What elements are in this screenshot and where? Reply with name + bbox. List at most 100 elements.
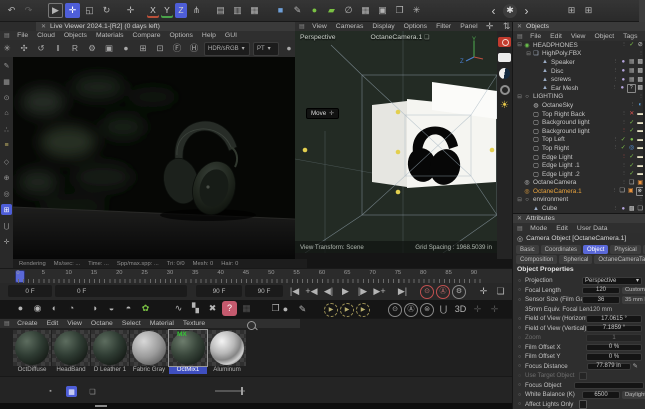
range-start-field[interactable]: 0 F xyxy=(55,285,187,297)
tree-row-screws[interactable]: ▲ screws ⋮ ● ▦ ▩ xyxy=(513,75,645,84)
tree-row-headphones[interactable]: ⊟ ◉ HEADPHONES ⋮ ✓ ⊘ xyxy=(513,41,645,50)
vp-menu-filter[interactable]: Filter xyxy=(432,23,456,30)
postfx-icon[interactable] xyxy=(499,85,510,95)
tree-row-speaker[interactable]: ▲ Speaker ⋮ ● ▦ ▩ xyxy=(513,58,645,67)
nav-back-icon[interactable]: ‹ xyxy=(486,3,501,18)
render-active-view-icon[interactable]: ▤ xyxy=(213,3,228,18)
keyframe-pos-toggle-icon[interactable]: ▶ xyxy=(324,302,338,317)
kernel-settings-icon[interactable]: ⚙ xyxy=(85,42,99,56)
save-asset-icon[interactable]: ⊞ xyxy=(564,3,579,18)
tab-physical[interactable]: Physical xyxy=(610,245,641,254)
use-target-object-checkbox[interactable] xyxy=(578,371,587,380)
lv-menu-cloud[interactable]: Cloud xyxy=(33,32,60,39)
field-of-view-horizontal--input[interactable]: 17.0615 ° xyxy=(586,315,642,323)
tree-row-disc[interactable]: ▲ Disc ⋮ ● ▦ ▩ xyxy=(513,67,645,76)
uv-tag-icon[interactable]: ▦ xyxy=(628,59,636,65)
tree-row-environment[interactable]: ⊟ ○ environment ⋮ xyxy=(513,196,645,205)
material-detail-view-icon[interactable]: ❏ xyxy=(87,386,98,397)
preview-size-slider[interactable] xyxy=(215,387,245,395)
tweak-mode-icon[interactable]: ⊕ xyxy=(1,172,12,183)
snap-3d-icon[interactable]: 3D xyxy=(453,302,468,317)
restart-render-icon[interactable]: ↺ xyxy=(34,42,48,56)
focal-length-input[interactable]: 120 xyxy=(582,286,620,294)
tree-row-background-light-gobo[interactable]: ▢Background light gobo⋮✓▬ xyxy=(513,118,645,127)
obj-menu-edit[interactable]: Edit xyxy=(546,33,567,40)
bring-tag-icon[interactable]: ◎ xyxy=(628,145,636,151)
prev-key-button[interactable]: +◀ xyxy=(304,284,319,299)
tree-row-octanecamera[interactable]: ◎ OctaneCamera ⋮ ❑ ▣ xyxy=(513,179,645,188)
coord-system-icon[interactable]: ⋔ xyxy=(189,3,204,18)
vp-menu-cameras[interactable]: Cameras xyxy=(331,23,368,30)
render-settings-icon[interactable]: ▦ xyxy=(247,3,262,18)
frame-tag-icon[interactable]: ❑ xyxy=(628,180,636,186)
redo-icon[interactable]: ↷ xyxy=(21,3,36,18)
goto-end-button[interactable]: ▶| xyxy=(395,284,410,299)
tree-row-lighting[interactable]: ⊟ ○ LIGHTING ⋮ xyxy=(513,93,645,102)
sensor-size-film-gate--preset-button[interactable]: 35 mm Ph xyxy=(622,296,645,304)
mat-menu-view[interactable]: View xyxy=(63,320,87,327)
obj-menu-tags[interactable]: Tags xyxy=(619,33,642,40)
shuffle-icon[interactable]: ✖ xyxy=(205,301,220,316)
tree-row-top-right-back[interactable]: ▢ Top Right Back ⋮ ✕ ▬ xyxy=(513,110,645,119)
focus-distance-input[interactable]: 77.879 in xyxy=(586,362,631,370)
clay-mode-icon[interactable]: ● xyxy=(119,42,133,56)
timeline-ruler[interactable]: 0 5 10 15 20 25 30 35 40 45 50 55 60 65 70 75 80 85 90 xyxy=(0,268,512,284)
tree-row-highpoly-fbx[interactable]: ⊟ ❑ HighPoly.FBX ⋮ xyxy=(513,50,645,59)
lv-menu-compare[interactable]: Compare xyxy=(128,32,165,39)
reset-render-icon[interactable]: R xyxy=(68,42,82,56)
undo-icon[interactable]: ↶ xyxy=(4,3,19,18)
field-of-view-vertical--input[interactable]: 7.1859 ° xyxy=(586,324,642,332)
phong-tag-icon[interactable]: ● xyxy=(620,68,628,74)
octane-settings-flower-icon[interactable]: ✿ xyxy=(138,301,153,316)
texture-mode-icon[interactable]: ⊙ xyxy=(1,92,12,103)
attr-menu-edit[interactable]: Edit xyxy=(552,225,573,232)
tree-row-edge-light-1[interactable]: ▢ Edge Light .1 ⋮ ✓ ▬ xyxy=(513,161,645,170)
material-swatch-fabric-gray[interactable]: Fabric Gray xyxy=(130,330,168,374)
mat-menu-create[interactable]: Create xyxy=(13,320,42,327)
grid-dim-icon[interactable]: ▦ xyxy=(239,301,254,316)
tab-spherical[interactable]: Spherical xyxy=(559,255,593,264)
attr-menu-mode[interactable]: Mode xyxy=(526,225,552,232)
x-tag-icon[interactable]: ✕ xyxy=(628,111,636,117)
mat-menu-texture[interactable]: Texture xyxy=(178,320,209,327)
check-tag-icon[interactable]: ✓ xyxy=(620,137,628,143)
snap-axis-icon[interactable]: Ⓐ xyxy=(404,302,418,317)
tab-object[interactable]: Object xyxy=(583,245,609,254)
expander-icon[interactable]: ⊟ xyxy=(516,197,523,203)
visibility-dots-icon[interactable]: ⋮ xyxy=(613,137,619,143)
visibility-dots-icon[interactable]: ⋮ xyxy=(630,102,636,108)
lv-titlebar[interactable]: ✕ Live Viewer 2024.1-[R2] (0 days left) xyxy=(36,22,295,31)
tab-composition[interactable]: Composition xyxy=(516,255,558,264)
imager-icon[interactable] xyxy=(499,68,510,79)
attributes-titlebar[interactable]: ✕ Attributes xyxy=(513,214,645,223)
octane-logo-icon[interactable]: ✳ xyxy=(0,42,14,56)
folder-icon[interactable]: ❐ xyxy=(268,301,283,316)
attr-menu-user-data[interactable]: User Data xyxy=(572,225,612,232)
eyedropper-icon[interactable]: ✎ xyxy=(633,362,638,370)
window-menu-icon[interactable]: ▤ xyxy=(0,32,13,39)
visibility-dots-icon[interactable]: ⋮ xyxy=(613,59,619,65)
expander-icon[interactable]: ⊟ xyxy=(516,42,523,48)
simulation-icon[interactable]: ● xyxy=(307,3,322,18)
rotate-tool-icon[interactable]: ↻ xyxy=(99,3,114,18)
material-picker-icon[interactable]: Ⓗ xyxy=(187,42,201,56)
axis-x-icon[interactable]: X xyxy=(147,3,159,18)
visibility-dots-icon[interactable]: ⋮ xyxy=(621,154,627,160)
tab-octanecameratag[interactable]: OctaneCameraTag xyxy=(594,255,645,264)
keyframe-rot-toggle-icon[interactable]: ▶ xyxy=(356,302,370,317)
last-tool-icon[interactable]: ✛ xyxy=(123,3,138,18)
points-mode-icon[interactable]: ∴ xyxy=(1,124,12,135)
axis-y-icon[interactable]: Y xyxy=(161,3,173,18)
focus-picker-icon[interactable]: Ⓕ xyxy=(170,42,184,56)
window-menu-icon[interactable]: ▤ xyxy=(0,320,13,327)
obj-menu-object[interactable]: Object xyxy=(590,33,619,40)
record-position-icon[interactable]: ✛ xyxy=(476,284,491,299)
check-tag-icon[interactable]: ✓ xyxy=(628,120,636,126)
lv-menu-objects[interactable]: Objects xyxy=(59,32,91,39)
mat-menu-edit[interactable]: Edit xyxy=(42,320,63,327)
affect-lights-only-checkbox[interactable] xyxy=(578,400,587,409)
visibility-dots-icon[interactable]: ⋮ xyxy=(613,77,619,83)
visibility-dots-icon[interactable]: ⋮ xyxy=(621,180,627,186)
keyframe-scale-toggle-icon[interactable]: ▶ xyxy=(340,302,354,317)
projection-dropdown[interactable]: Perspective ▾ xyxy=(582,277,642,285)
